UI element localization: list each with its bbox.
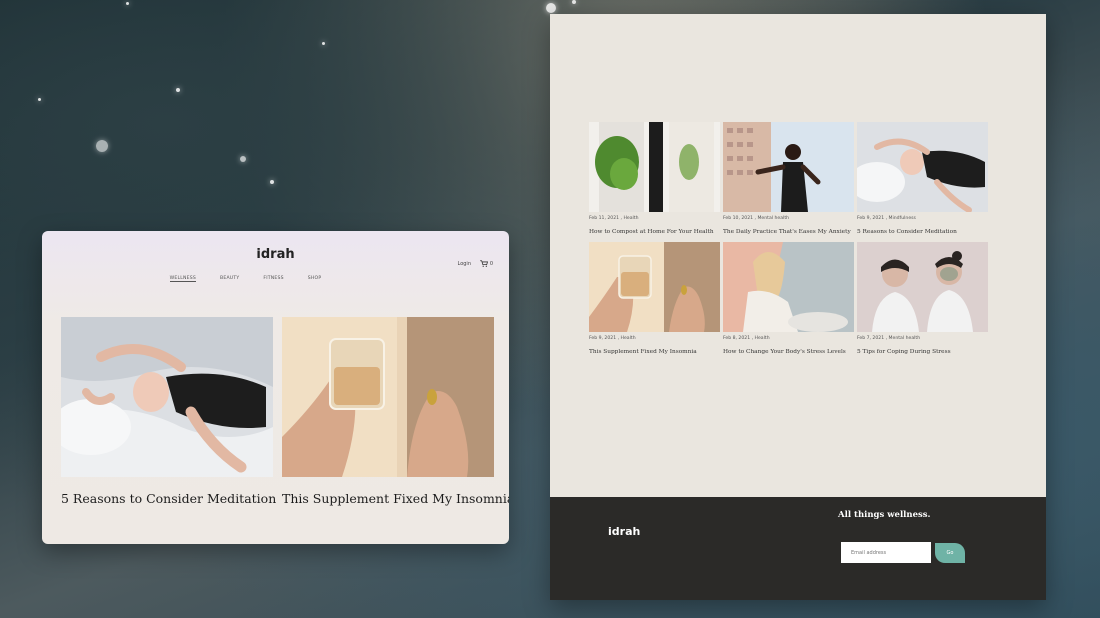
post-card[interactable]: Feb 9, 2021 , Mindfulness 5 Reasons to C… bbox=[857, 122, 988, 235]
bokeh-light bbox=[270, 180, 274, 184]
main-nav: WELLNESS BEAUTY FITNESS SHOP bbox=[42, 276, 509, 282]
nav-item-beauty[interactable]: BEAUTY bbox=[220, 276, 239, 282]
post-category[interactable]: Health bbox=[621, 336, 636, 341]
bokeh-light bbox=[126, 2, 129, 5]
cart-icon bbox=[479, 260, 488, 267]
post-category[interactable]: Mental health bbox=[757, 216, 789, 221]
bokeh-light bbox=[322, 42, 325, 45]
cart-count: 0 bbox=[489, 260, 493, 267]
post-image-meditation[interactable] bbox=[61, 317, 273, 477]
post-title[interactable]: This Supplement Fixed My Insomnia bbox=[282, 491, 509, 506]
post-meta: Feb 8, 2021 , Health bbox=[723, 336, 770, 341]
post-meta: Feb 9, 2021 , Mindfulness bbox=[857, 216, 916, 221]
bokeh-light bbox=[38, 98, 41, 101]
site-footer: idrah All things wellness. Go bbox=[550, 497, 1046, 600]
post-date: Feb 7, 2021 bbox=[857, 336, 885, 341]
post-title[interactable]: The Daily Practice That's Eases My Anxie… bbox=[723, 229, 854, 235]
post-title[interactable]: 5 Tips for Coping During Stress bbox=[857, 349, 988, 355]
post-date: Feb 9, 2021 bbox=[589, 336, 617, 341]
post-image-stress-levels[interactable] bbox=[723, 242, 854, 332]
post-meta: Feb 9, 2021 , Health bbox=[589, 336, 636, 341]
bokeh-light bbox=[96, 140, 108, 152]
post-title[interactable]: How to Compost at Home For Your Health bbox=[589, 229, 720, 235]
subscribe-go-button[interactable]: Go bbox=[935, 543, 965, 563]
bokeh-light bbox=[176, 88, 180, 92]
post-image-daily-practice[interactable] bbox=[723, 122, 854, 212]
post-date: Feb 9, 2021 bbox=[857, 216, 885, 221]
nav-item-shop[interactable]: SHOP bbox=[308, 276, 322, 282]
post-title[interactable]: This Supplement Fixed My Insomnia bbox=[589, 349, 720, 355]
footer-logo[interactable]: idrah bbox=[608, 525, 640, 538]
post-card[interactable]: Feb 10, 2021 , Mental health The Daily P… bbox=[723, 122, 854, 235]
bokeh-light bbox=[546, 3, 556, 13]
bokeh-light bbox=[240, 156, 246, 162]
site-logo[interactable]: idrah bbox=[42, 247, 509, 262]
nav-item-fitness[interactable]: FITNESS bbox=[263, 276, 283, 282]
post-image-compost[interactable] bbox=[589, 122, 720, 212]
post-category[interactable]: Mindfulness bbox=[889, 216, 916, 221]
post-meta: Feb 10, 2021 , Mental health bbox=[723, 216, 790, 221]
homepage-preview-card: idrah Login 0 WELLNESS BEAUTY FITNESS SH… bbox=[42, 231, 509, 544]
post-image-coping-stress[interactable] bbox=[857, 242, 988, 332]
post-category[interactable]: Health bbox=[623, 216, 638, 221]
cart-button[interactable]: 0 bbox=[479, 260, 493, 267]
post-category[interactable]: Health bbox=[755, 336, 770, 341]
post-image-supplement[interactable] bbox=[589, 242, 720, 332]
post-title[interactable]: 5 Reasons to Consider Meditation bbox=[61, 491, 276, 506]
email-field[interactable] bbox=[841, 542, 931, 563]
post-card[interactable]: Feb 9, 2021 , Health This Supplement Fix… bbox=[589, 242, 720, 355]
post-card[interactable]: Feb 8, 2021 , Health How to Change Your … bbox=[723, 242, 854, 355]
post-meta: Feb 7, 2021 , Mental health bbox=[857, 336, 921, 341]
post-image-supplement[interactable] bbox=[282, 317, 494, 477]
post-title[interactable]: 5 Reasons to Consider Meditation bbox=[857, 229, 988, 235]
bokeh-light bbox=[572, 0, 576, 4]
post-category[interactable]: Mental health bbox=[889, 336, 921, 341]
featured-post[interactable]: This Supplement Fixed My Insomnia bbox=[282, 317, 509, 506]
post-title[interactable]: How to Change Your Body's Stress Levels bbox=[723, 349, 854, 355]
post-date: Feb 8, 2021 bbox=[723, 336, 751, 341]
footer-tagline: All things wellness. bbox=[838, 510, 931, 520]
post-card[interactable]: Feb 11, 2021 , Health How to Compost at … bbox=[589, 122, 720, 235]
post-card[interactable]: Feb 7, 2021 , Mental health 5 Tips for C… bbox=[857, 242, 988, 355]
post-date: Feb 10, 2021 bbox=[723, 216, 754, 221]
nav-item-wellness[interactable]: WELLNESS bbox=[169, 276, 197, 282]
post-date: Feb 11, 2021 bbox=[589, 216, 620, 221]
login-link[interactable]: Login bbox=[458, 261, 472, 267]
post-meta: Feb 11, 2021 , Health bbox=[589, 216, 639, 221]
featured-post[interactable]: 5 Reasons to Consider Meditation bbox=[61, 317, 276, 506]
blog-page-preview: Feb 11, 2021 , Health How to Compost at … bbox=[550, 14, 1046, 600]
post-image-meditation[interactable] bbox=[857, 122, 988, 212]
